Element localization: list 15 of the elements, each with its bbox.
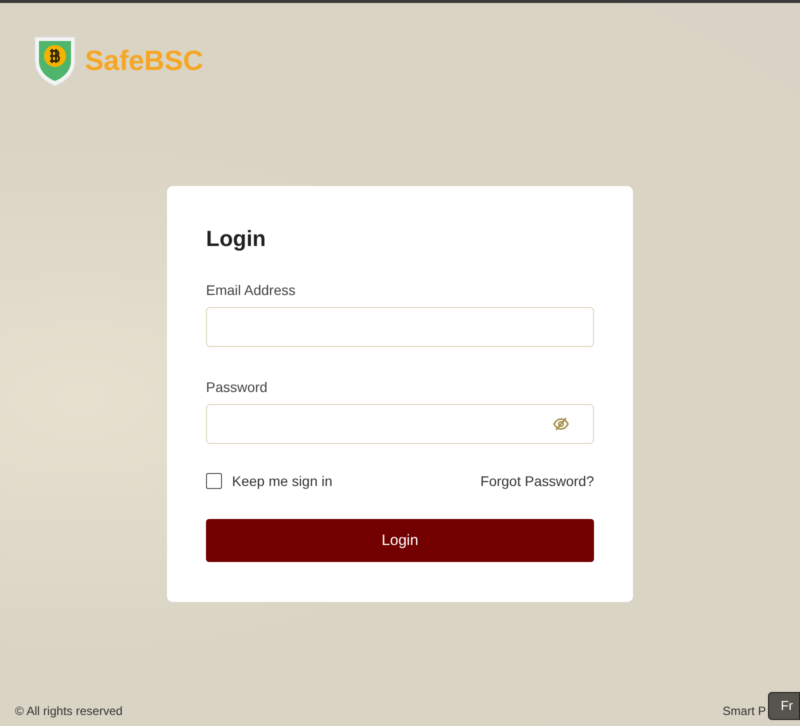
email-field[interactable] (206, 307, 594, 347)
password-field[interactable] (206, 404, 594, 444)
field-label: Email Address (206, 282, 296, 298)
floating-tab[interactable]: Fr (768, 692, 800, 720)
field-label: Password (206, 379, 268, 395)
keep-signed-in-label: Keep me sign in (232, 473, 332, 489)
keep-signed-in-checkbox[interactable] (206, 473, 222, 489)
brand-name: SafeBSC (85, 45, 204, 77)
login-title: Login (206, 226, 267, 252)
shield-logo-icon (33, 35, 77, 87)
forgot-password-link[interactable]: Forgot Password? (480, 473, 594, 489)
login-button[interactable]: Login (206, 519, 594, 562)
hide-password-icon[interactable] (553, 417, 569, 431)
copyright-text: © All rights reserved (15, 704, 123, 718)
footer-text: Smart P (722, 704, 766, 718)
